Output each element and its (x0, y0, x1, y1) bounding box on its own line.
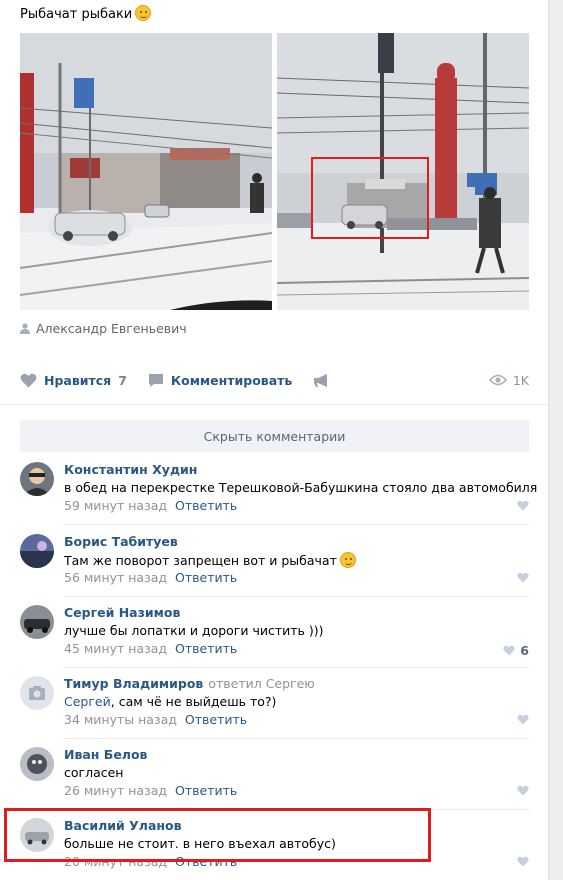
comment-text: согласен (64, 765, 124, 780)
avatar[interactable] (20, 534, 54, 568)
heart-icon (517, 500, 529, 511)
comment-text: Сергей, сам чё не выйдешь то?) (64, 694, 276, 709)
user-icon (20, 323, 30, 334)
eye-icon (488, 374, 507, 386)
highlight-box-car (311, 157, 429, 239)
avatar-image (20, 534, 54, 568)
comment-item: Константин Худин в обед на перекрестке Т… (20, 462, 537, 534)
comment-meta: 34 минуты назад Ответить (64, 712, 247, 727)
comment-text-content: Там же поворот запрещен вот и рыбачат (64, 553, 337, 568)
reply-to-label[interactable]: ответил Сергею (208, 676, 315, 691)
comment-meta: 45 минут назад Ответить (64, 641, 237, 656)
comment-meta: 56 минут назад Ответить (64, 570, 237, 585)
reply-link[interactable]: Ответить (175, 498, 237, 513)
comment-meta: 59 минут назад Ответить (64, 498, 237, 513)
mention-link[interactable]: Сергей (64, 694, 111, 709)
post-card: Рыбачат рыбаки Александр Евгеньевич Нрав… (0, 0, 549, 880)
comment-like-button[interactable] (517, 500, 529, 511)
comment-like-count: 6 (520, 643, 529, 658)
comment-icon (148, 373, 163, 387)
divider (0, 404, 549, 405)
like-count: 7 (118, 372, 127, 388)
post-actions: Нравится 7 Комментировать 1K (20, 370, 529, 390)
comment-button[interactable]: Комментировать (148, 373, 292, 388)
post-text-content: Рыбачат рыбаки (20, 7, 133, 22)
views-count: 1K (512, 372, 529, 388)
comment-text: лучше бы лопатки и дороги чистить ))) (64, 623, 324, 638)
comment-like-button[interactable] (517, 572, 529, 583)
post-text: Рыбачат рыбаки (20, 5, 152, 22)
comment-text-content: , сам чё не выйдешь то?) (110, 694, 277, 709)
avatar-image (20, 747, 54, 781)
comment-time[interactable]: 34 минуты назад (64, 712, 177, 727)
heart-icon (20, 373, 37, 387)
comment-time[interactable]: 26 минут назад (64, 783, 167, 798)
avatar[interactable] (20, 462, 54, 496)
avatar[interactable] (20, 605, 54, 639)
comment-divider (64, 667, 529, 668)
heart-icon (517, 785, 529, 796)
heart-icon (517, 714, 529, 725)
reply-link[interactable]: Ответить (185, 712, 247, 727)
avatar[interactable] (20, 676, 54, 710)
share-button[interactable] (313, 373, 330, 388)
camera-placeholder-icon (20, 676, 54, 710)
like-label: Нравится (44, 372, 112, 388)
wink-emoji-icon (135, 5, 152, 21)
like-button[interactable]: Нравится 7 (20, 373, 127, 388)
avatar[interactable] (20, 747, 54, 781)
heart-icon (517, 856, 529, 867)
comment-text: в обед на перекрестке Терешковой-Бабушки… (64, 480, 538, 495)
reply-link[interactable]: Ответить (175, 641, 237, 656)
thinking-emoji-icon (339, 552, 356, 568)
comment-like-button[interactable]: 6 (503, 643, 529, 658)
comment-author-name: Борис Табитуев (64, 534, 178, 549)
comment-author-name: Иван Белов (64, 747, 148, 762)
avatar-image (20, 462, 54, 496)
comment-item: Борис Табитуев Там же поворот запрещен в… (20, 534, 529, 606)
reply-link[interactable]: Ответить (175, 783, 237, 798)
comment-text: Там же поворот запрещен вот и рыбачат (64, 552, 356, 568)
hide-comments-button[interactable]: Скрыть комментарии (20, 420, 529, 452)
comment-item: Тимур Владимиров ответил Сергею Сергей, с… (20, 676, 529, 748)
avatar-image (20, 605, 54, 639)
comment-like-button[interactable] (517, 856, 529, 867)
post-author[interactable]: Александр Евгеньевич (20, 321, 187, 336)
post-author-name: Александр Евгеньевич (36, 321, 187, 336)
comment-label: Комментировать (170, 372, 293, 388)
comment-like-button[interactable] (517, 714, 529, 725)
views-counter: 1K (488, 372, 529, 388)
post-photo-1[interactable] (20, 33, 272, 310)
heart-icon (517, 572, 529, 583)
comment-item: Сергей Назимов лучше бы лопатки и дороги… (20, 605, 529, 677)
comment-time[interactable]: 56 минут назад (64, 570, 167, 585)
comment-author[interactable]: Иван Белов (64, 747, 147, 762)
comment-author[interactable]: Константин Худин (64, 462, 197, 477)
comment-time[interactable]: 45 минут назад (64, 641, 167, 656)
heart-icon (503, 645, 515, 656)
comment-author[interactable]: Борис Табитуев (64, 534, 178, 549)
comment-author-name: Тимур Владимиров (64, 676, 204, 691)
comment-divider (64, 596, 529, 597)
reply-link[interactable]: Ответить (175, 570, 237, 585)
photo-snowy-street-1 (20, 33, 272, 310)
comment-author-name: Сергей Назимов (64, 605, 181, 620)
megaphone-icon (314, 373, 328, 387)
comment-divider (64, 738, 529, 739)
comment-author-name: Константин Худин (64, 462, 198, 477)
highlight-box-comment (4, 808, 431, 862)
comment-divider (64, 524, 529, 525)
comment-meta: 26 минут назад Ответить (64, 783, 237, 798)
comment-like-button[interactable] (517, 785, 529, 796)
comment-author[interactable]: Тимур Владимиров ответил Сергею (64, 676, 315, 691)
comment-time[interactable]: 59 минут назад (64, 498, 167, 513)
comment-author[interactable]: Сергей Назимов (64, 605, 180, 620)
